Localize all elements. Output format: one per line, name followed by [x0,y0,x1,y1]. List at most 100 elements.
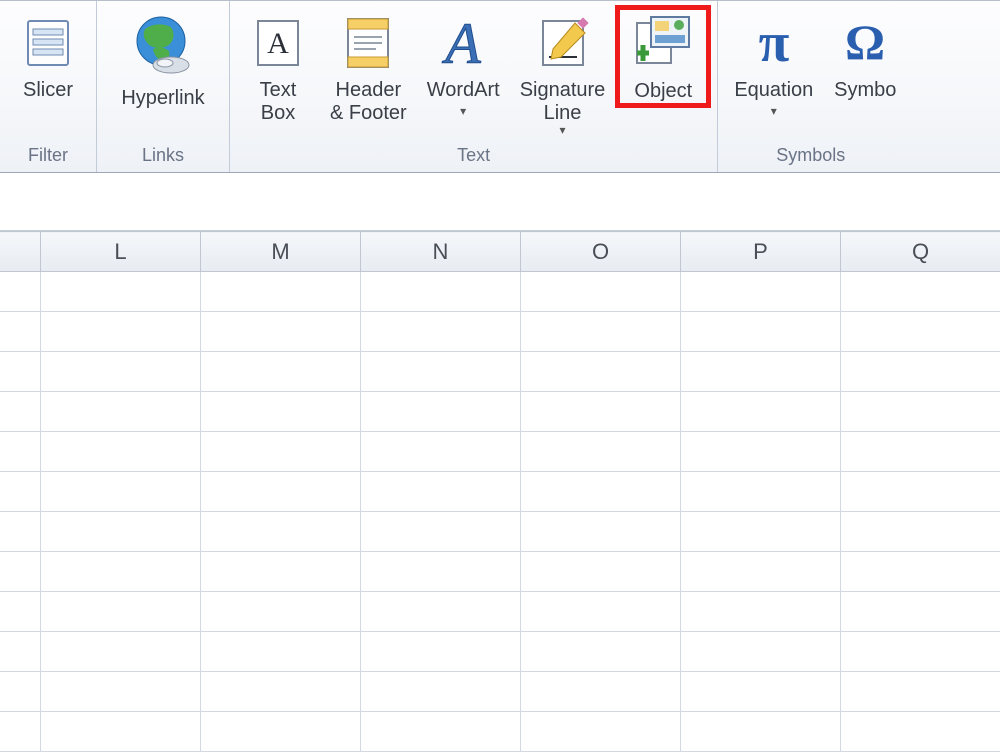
cell[interactable] [841,472,1000,512]
wordart-button[interactable]: A WordArt ▾ [417,5,510,122]
hyperlink-button[interactable]: Hyperlink [103,5,223,114]
cell[interactable] [0,472,41,512]
cell[interactable] [201,592,361,632]
column-header[interactable]: O [521,232,681,272]
cell[interactable] [521,432,681,472]
cell[interactable] [0,272,41,312]
textbox-button[interactable]: A Text Box [236,5,320,129]
cell[interactable] [0,352,41,392]
cell[interactable] [41,472,201,512]
table-row[interactable] [0,712,1000,752]
cell[interactable] [521,592,681,632]
cell[interactable] [681,592,841,632]
cell[interactable] [521,392,681,432]
cell[interactable] [361,392,521,432]
cell[interactable] [841,512,1000,552]
cell[interactable] [201,392,361,432]
header-footer-button[interactable]: Header & Footer [320,5,417,129]
cell[interactable] [0,672,41,712]
column-header[interactable]: M [201,232,361,272]
cell[interactable] [521,512,681,552]
cell[interactable] [681,512,841,552]
cell[interactable] [681,392,841,432]
table-row[interactable] [0,432,1000,472]
cell[interactable] [681,672,841,712]
cell[interactable] [201,712,361,752]
cell[interactable] [841,632,1000,672]
table-row[interactable] [0,312,1000,352]
cell[interactable] [841,432,1000,472]
cell[interactable] [361,672,521,712]
cell[interactable] [201,512,361,552]
cell[interactable] [681,472,841,512]
cell[interactable] [361,552,521,592]
cell[interactable] [521,712,681,752]
cell[interactable] [0,552,41,592]
cell[interactable] [0,592,41,632]
cell[interactable] [41,272,201,312]
column-header[interactable] [0,232,41,272]
cell[interactable] [521,272,681,312]
column-headers[interactable]: LMNOPQ [0,232,1000,272]
cell[interactable] [521,552,681,592]
cell[interactable] [841,272,1000,312]
object-button[interactable]: Object [615,5,711,108]
cell[interactable] [41,672,201,712]
cell[interactable] [41,312,201,352]
table-row[interactable] [0,352,1000,392]
table-row[interactable] [0,632,1000,672]
cell[interactable] [681,432,841,472]
column-header[interactable]: Q [841,232,1000,272]
cell[interactable] [201,312,361,352]
cell[interactable] [841,712,1000,752]
table-row[interactable] [0,392,1000,432]
equation-button[interactable]: π Equation ▾ [724,5,823,122]
cell[interactable] [361,632,521,672]
cell[interactable] [361,272,521,312]
spreadsheet-grid[interactable]: LMNOPQ [0,231,1000,752]
cell[interactable] [361,312,521,352]
cell[interactable] [841,392,1000,432]
cell[interactable] [841,312,1000,352]
column-header[interactable]: N [361,232,521,272]
table-row[interactable] [0,272,1000,312]
cell[interactable] [201,632,361,672]
column-header[interactable]: L [41,232,201,272]
column-header[interactable]: P [681,232,841,272]
cell[interactable] [0,632,41,672]
cell[interactable] [841,592,1000,632]
cell[interactable] [681,632,841,672]
cell[interactable] [681,312,841,352]
cell[interactable] [521,352,681,392]
cell[interactable] [201,432,361,472]
cell[interactable] [521,672,681,712]
table-row[interactable] [0,672,1000,712]
symbol-button[interactable]: Ω Symbo [823,5,897,106]
cell[interactable] [41,712,201,752]
cell[interactable] [0,712,41,752]
cell[interactable] [361,352,521,392]
cell[interactable] [0,312,41,352]
cell[interactable] [41,512,201,552]
cell[interactable] [201,672,361,712]
cell[interactable] [361,592,521,632]
cell[interactable] [361,432,521,472]
cell[interactable] [41,632,201,672]
cell[interactable] [0,432,41,472]
cell[interactable] [521,472,681,512]
cell[interactable] [0,512,41,552]
slicer-button[interactable]: Slicer [6,5,90,106]
cell[interactable] [0,392,41,432]
cell[interactable] [361,472,521,512]
cell[interactable] [41,432,201,472]
cell[interactable] [201,352,361,392]
cell[interactable] [361,712,521,752]
cell[interactable] [841,552,1000,592]
signature-line-button[interactable]: Signature Line ▾ [510,5,616,141]
cell[interactable] [201,472,361,512]
table-row[interactable] [0,592,1000,632]
cell[interactable] [201,272,361,312]
cell[interactable] [681,352,841,392]
cell[interactable] [841,352,1000,392]
cell[interactable] [681,552,841,592]
